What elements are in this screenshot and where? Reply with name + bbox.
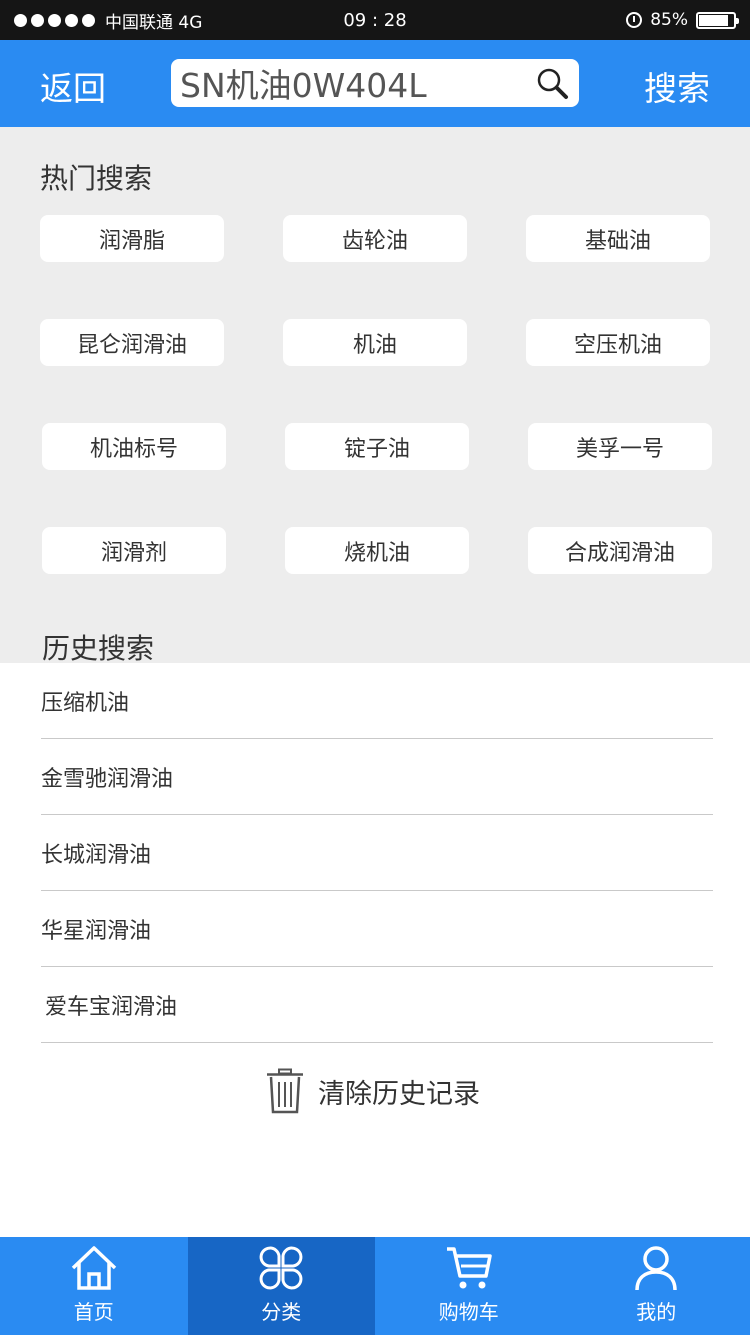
header-bar: 返回 搜索 — [0, 40, 750, 127]
history-search-title: 历史搜索 — [42, 632, 155, 665]
hot-tag[interactable]: 机油标号 — [42, 423, 226, 470]
history-item[interactable]: 华星润滑油 — [41, 891, 713, 967]
tab-label: 购物车 — [438, 1300, 499, 1324]
tab-bar: 首页 分类 购物车 我的 — [0, 1237, 750, 1335]
history-list: 压缩机油 金雪驰润滑油 长城润滑油 华星润滑油 爱车宝润滑油 — [41, 663, 713, 1043]
tab-label: 我的 — [636, 1300, 677, 1324]
history-item[interactable]: 金雪驰润滑油 — [41, 739, 713, 815]
history-item[interactable]: 压缩机油 — [41, 663, 713, 739]
tab-cart[interactable]: 购物车 — [375, 1237, 563, 1335]
status-bar: 中国联通 4G 09 : 28 85% — [0, 0, 750, 40]
search-box[interactable] — [171, 59, 579, 107]
search-button[interactable]: 搜索 — [644, 62, 710, 110]
home-icon — [71, 1246, 116, 1290]
category-icon — [259, 1246, 303, 1290]
battery-icon — [696, 11, 739, 29]
alarm-icon — [626, 12, 643, 28]
search-icon[interactable] — [535, 66, 569, 100]
history-item[interactable]: 爱车宝润滑油 — [41, 967, 713, 1043]
tab-mine[interactable]: 我的 — [563, 1237, 750, 1335]
trash-icon — [267, 1068, 303, 1114]
tab-category[interactable]: 分类 — [187, 1237, 375, 1335]
tab-label: 首页 — [73, 1300, 114, 1324]
user-icon — [635, 1246, 677, 1291]
battery-percent: 85% — [650, 10, 688, 30]
hot-tag[interactable]: 合成润滑油 — [528, 527, 712, 574]
search-input[interactable] — [180, 63, 520, 103]
clear-history-label: 清除历史记录 — [318, 1078, 480, 1110]
carrier-label: 中国联通 4G — [105, 12, 203, 33]
hot-tag[interactable]: 空压机油 — [526, 319, 710, 366]
hot-search-section: 热门搜索 润滑脂 齿轮油 基础油 昆仑润滑油 机油 空压机油 机油标号 锭子油 … — [0, 127, 750, 665]
tab-label: 分类 — [261, 1300, 302, 1324]
signal-strength-icon — [14, 13, 95, 27]
hot-tag[interactable]: 美孚一号 — [528, 423, 712, 470]
clear-history-button[interactable]: 清除历史记录 — [266, 1068, 480, 1114]
hot-tag[interactable]: 齿轮油 — [283, 215, 467, 262]
hot-tag[interactable]: 基础油 — [526, 215, 710, 262]
hot-search-title: 热门搜索 — [40, 162, 153, 195]
tab-home[interactable]: 首页 — [0, 1237, 188, 1335]
hot-tag[interactable]: 烧机油 — [285, 527, 469, 574]
history-item[interactable]: 长城润滑油 — [41, 815, 713, 891]
hot-tag[interactable]: 润滑脂 — [40, 215, 224, 262]
hot-tag[interactable]: 昆仑润滑油 — [40, 319, 224, 366]
hot-tag[interactable]: 机油 — [283, 319, 467, 366]
hot-tag[interactable]: 润滑剂 — [42, 527, 226, 574]
back-button[interactable]: 返回 — [40, 62, 106, 110]
cart-icon — [446, 1247, 492, 1289]
hot-tag[interactable]: 锭子油 — [285, 423, 469, 470]
